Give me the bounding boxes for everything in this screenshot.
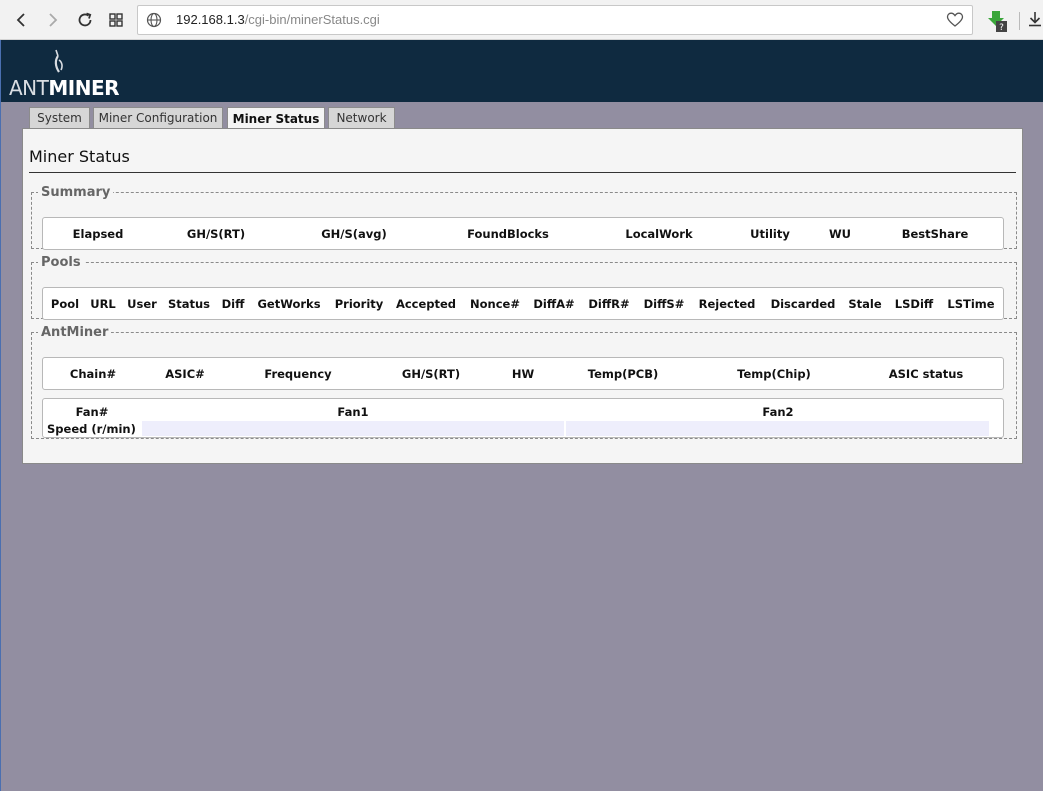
url-text: 192.168.1.3/cgi-bin/minerStatus.cgi — [176, 12, 380, 27]
pools-col-diff: Diff — [221, 297, 245, 311]
fan-speed-label: Speed (r/min) — [47, 422, 136, 436]
pools-col-getworks: GetWorks — [257, 297, 321, 311]
main-panel: Miner Status Summary Elapsed GH/S(RT) GH… — [22, 128, 1023, 464]
fan-col-fan-number: Fan# — [75, 405, 109, 419]
browser-toolbar: 192.168.1.3/cgi-bin/minerStatus.cgi ? — [0, 0, 1043, 40]
extension-download-icon[interactable]: ? — [985, 9, 1011, 35]
summary-section: Summary Elapsed GH/S(RT) GH/S(avg) Found… — [31, 185, 1017, 250]
antminer-col-chain: Chain# — [69, 367, 117, 381]
pools-col-diffs: DiffS# — [643, 297, 685, 311]
pools-table-header: Pool URL User Status Diff GetWorks Prior… — [42, 287, 1004, 320]
ant-logo-icon — [54, 49, 63, 73]
pools-col-lsdiff: LSDiff — [894, 297, 934, 311]
pools-col-priority: Priority — [334, 297, 384, 311]
pools-col-user: User — [127, 297, 157, 311]
antminer-col-temp-pcb: Temp(PCB) — [587, 367, 659, 381]
site-header: ANTMINER — [0, 40, 1043, 102]
fan-col-fan2: Fan2 — [762, 405, 794, 419]
favorite-heart-icon[interactable] — [946, 11, 964, 33]
antminer-col-ghs-rt: GH/S(RT) — [401, 367, 461, 381]
globe-icon — [146, 12, 162, 32]
summary-col-utility: Utility — [750, 227, 790, 241]
summary-legend: Summary — [41, 185, 111, 200]
antminer-col-asic: ASIC# — [165, 367, 205, 381]
fan-table: Fan# Fan1 Fan2 Speed (r/min) — [42, 398, 1004, 438]
pools-col-url: URL — [90, 297, 116, 311]
antminer-col-hw: HW — [511, 367, 535, 381]
summary-col-ghs-avg: GH/S(avg) — [321, 227, 387, 241]
title-divider — [29, 172, 1016, 173]
toolbar-separator — [1019, 12, 1020, 30]
address-bar[interactable]: 192.168.1.3/cgi-bin/minerStatus.cgi — [137, 5, 973, 35]
pools-col-diffr: DiffR# — [588, 297, 630, 311]
tab-system[interactable]: System — [29, 107, 90, 128]
pools-col-status: Status — [167, 297, 211, 311]
reload-icon[interactable] — [73, 8, 97, 32]
pools-col-lstime: LSTime — [947, 297, 995, 311]
pools-section: Pools Pool URL User Status Diff GetWorks… — [31, 255, 1017, 320]
pools-col-stale: Stale — [848, 297, 882, 311]
back-icon[interactable] — [9, 8, 33, 32]
summary-col-ghs-rt: GH/S(RT) — [186, 227, 246, 241]
fan1-speed-cell — [142, 421, 564, 436]
fan-col-fan1: Fan1 — [337, 405, 369, 419]
url-host: 192.168.1.3 — [176, 12, 245, 27]
svg-text:?: ? — [999, 23, 1004, 33]
summary-col-wu: WU — [828, 227, 852, 241]
summary-col-elapsed: Elapsed — [72, 227, 124, 241]
pools-col-accepted: Accepted — [395, 297, 457, 311]
summary-col-foundblocks: FoundBlocks — [467, 227, 549, 241]
tab-miner-status[interactable]: Miner Status — [227, 107, 325, 129]
pools-col-pool: Pool — [50, 297, 80, 311]
apps-grid-icon[interactable] — [104, 8, 128, 32]
url-path: /cgi-bin/minerStatus.cgi — [244, 12, 380, 27]
forward-icon[interactable] — [41, 8, 65, 32]
antminer-legend: AntMiner — [41, 325, 109, 340]
antminer-col-asic-status: ASIC status — [888, 367, 964, 381]
summary-col-localwork: LocalWork — [625, 227, 693, 241]
fan2-speed-cell — [566, 421, 989, 436]
summary-col-bestshare: BestShare — [901, 227, 969, 241]
tab-miner-configuration[interactable]: Miner Configuration — [93, 107, 223, 128]
pools-col-discarded: Discarded — [770, 297, 836, 311]
pools-col-diffa: DiffA# — [533, 297, 575, 311]
pools-col-nonce: Nonce# — [470, 297, 520, 311]
logo-text-bold: MINER — [48, 76, 120, 100]
antminer-col-frequency: Frequency — [264, 367, 332, 381]
download-icon[interactable] — [1027, 10, 1043, 32]
page-title: Miner Status — [29, 147, 130, 166]
logo-text-light: ANT — [9, 76, 49, 100]
pools-col-rejected: Rejected — [698, 297, 756, 311]
tab-network[interactable]: Network — [328, 107, 395, 128]
antminer-section: AntMiner Chain# ASIC# Frequency GH/S(RT)… — [31, 325, 1017, 439]
pools-legend: Pools — [41, 255, 81, 270]
page-left-border — [0, 40, 1, 791]
summary-table-header: Elapsed GH/S(RT) GH/S(avg) FoundBlocks L… — [42, 217, 1004, 250]
antminer-col-temp-chip: Temp(Chip) — [737, 367, 811, 381]
antminer-table-header: Chain# ASIC# Frequency GH/S(RT) HW Temp(… — [42, 357, 1004, 390]
